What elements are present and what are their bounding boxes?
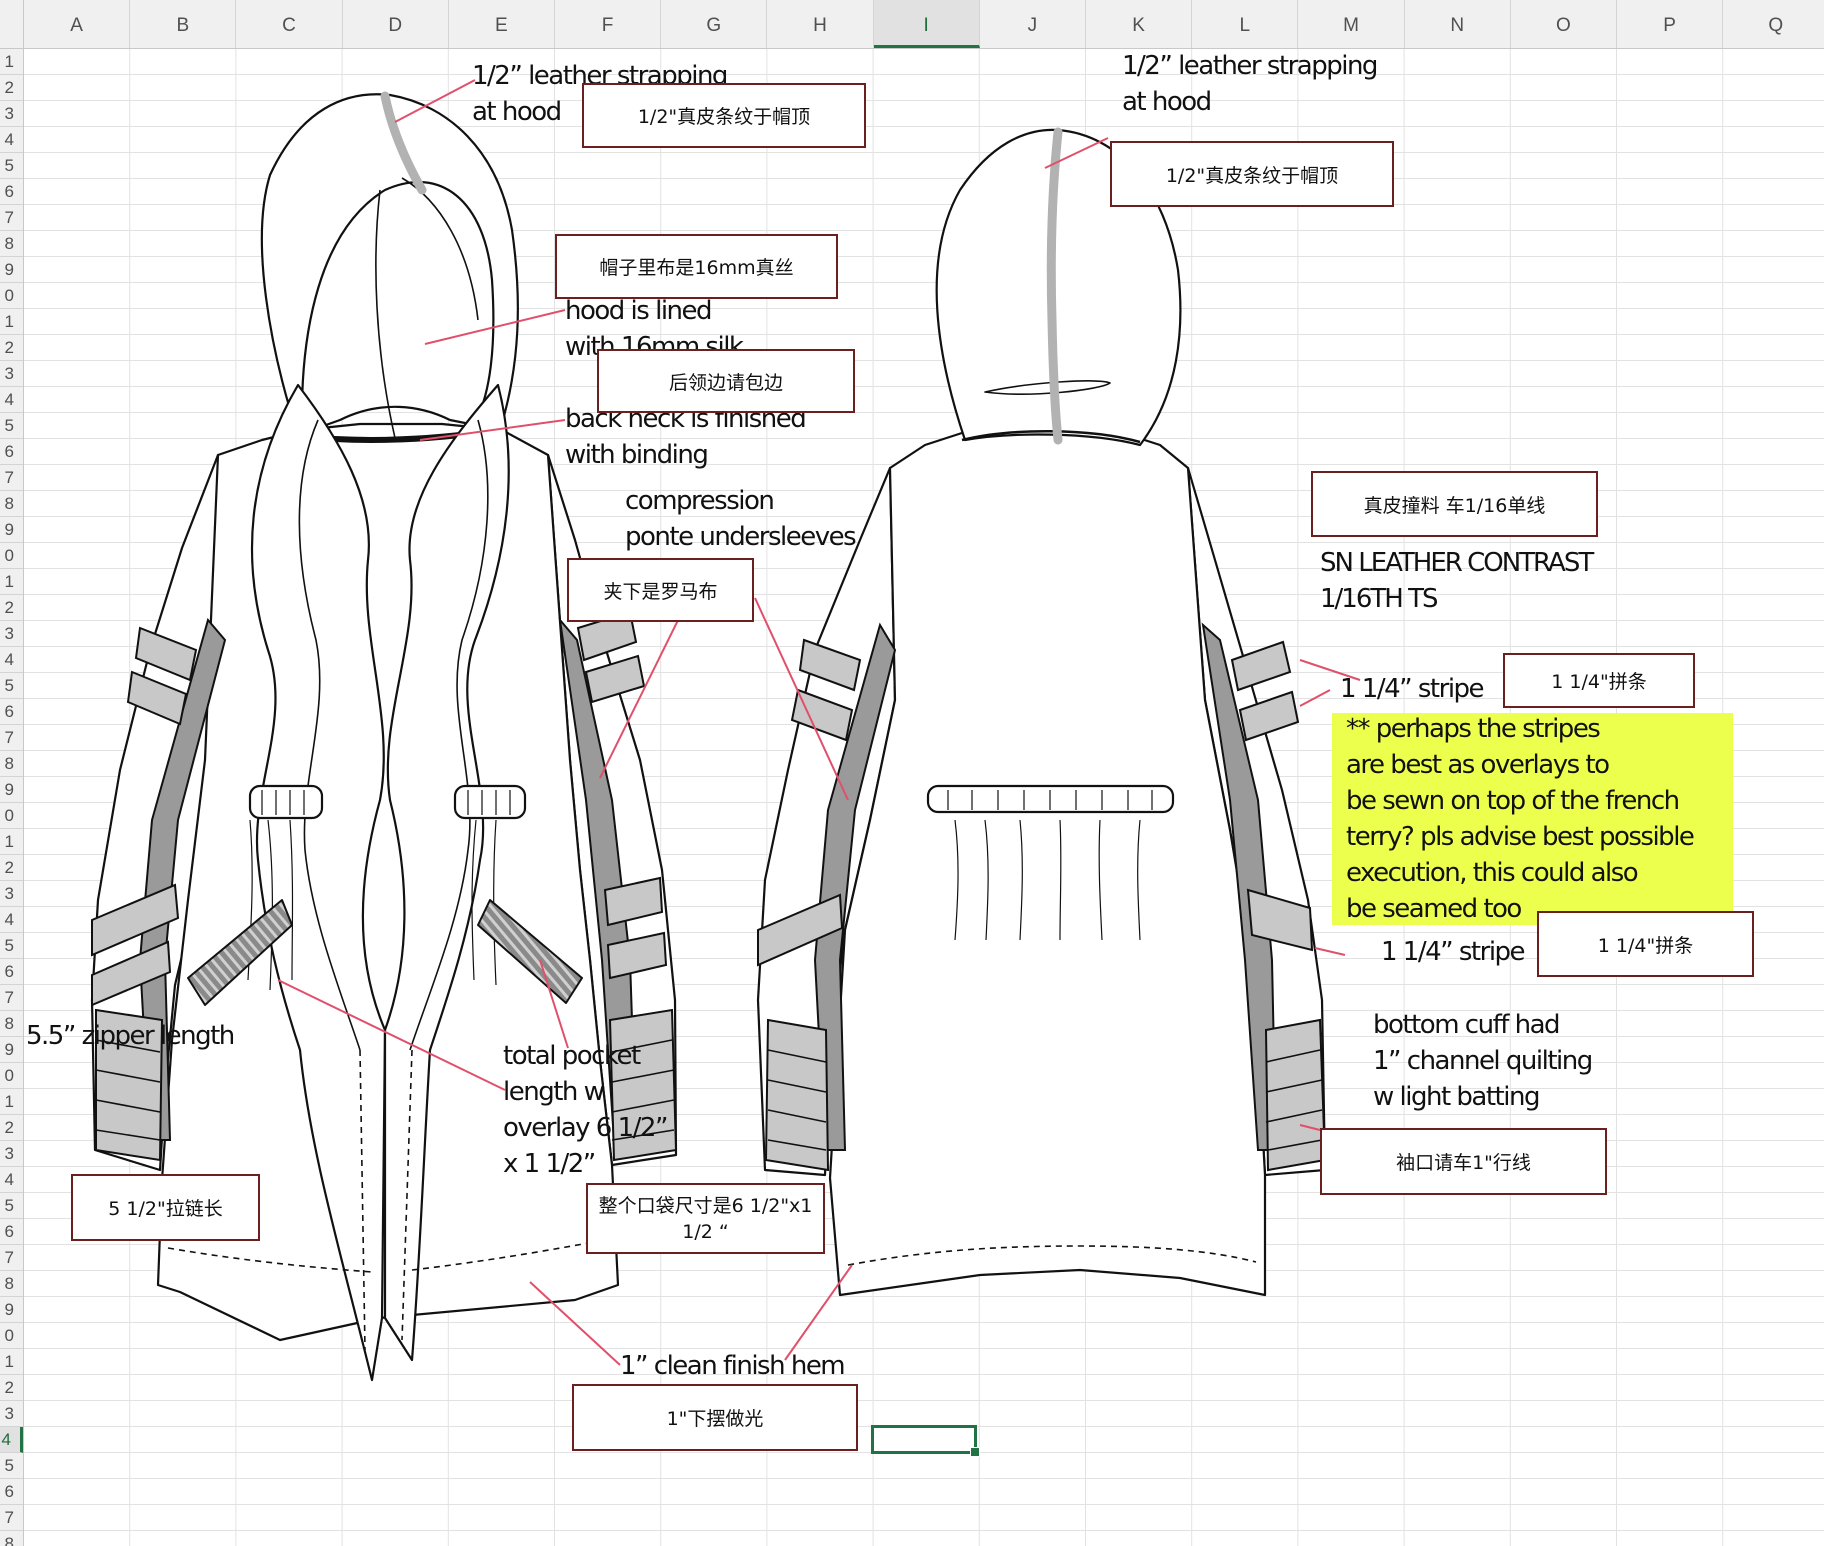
cn-zipper-box[interactable]: 5 1/2"拉链长 — [71, 1174, 260, 1241]
cn-leather-contrast-box[interactable]: 真皮撞料 车1/16单线 — [1311, 471, 1598, 537]
pocket-length-note: total pocket length w overlay 6 1/2” x 1… — [503, 1041, 668, 1179]
stripe-lower-note: 1 1/4” stripe — [1381, 937, 1526, 967]
zipper-length-note: 5.5” zipper length — [26, 1021, 235, 1051]
leather-strap-back-note: 1/2” leather strapping at hood — [1122, 51, 1378, 117]
cn-strap-front-box[interactable]: 1/2"真皮条纹于帽顶 — [582, 83, 866, 148]
cn-back-neck-box[interactable]: 后领边请包边 — [597, 349, 855, 413]
cn-hem-box[interactable]: 1"下摆做光 — [572, 1384, 858, 1451]
cn-pocket-box[interactable]: 整个口袋尺寸是6 1/2"x1 1/2 “ — [586, 1183, 825, 1254]
compression-note: compression ponte undersleeves — [625, 486, 857, 552]
stripe-overlay-note: ** perhaps the stripes are best as overl… — [1346, 714, 1695, 924]
cn-strap-back-box[interactable]: 1/2"真皮条纹于帽顶 — [1110, 141, 1394, 207]
cn-stripe-lower-box[interactable]: 1 1/4"拼条 — [1537, 911, 1754, 977]
cn-cuff-box[interactable]: 袖口请车1"行线 — [1320, 1128, 1607, 1195]
cn-underarm-box[interactable]: 夹下是罗马布 — [567, 558, 754, 622]
cn-hood-lining-box[interactable]: 帽子里布是16mm真丝 — [555, 234, 838, 299]
front-hood — [260, 93, 519, 437]
bottom-cuff-note: bottom cuff had 1” channel quilting w li… — [1373, 1010, 1593, 1112]
leather-contrast-note: SN LEATHER CONTRAST 1/16TH TS — [1320, 548, 1594, 614]
front-right-belt-loop — [453, 784, 527, 820]
front-left-belt-loop — [248, 784, 324, 820]
cn-stripe-upper-box[interactable]: 1 1/4"拼条 — [1503, 653, 1695, 708]
stripe-upper-note: 1 1/4” stripe — [1340, 674, 1485, 704]
hem-note: 1” clean finish hem — [620, 1351, 846, 1381]
